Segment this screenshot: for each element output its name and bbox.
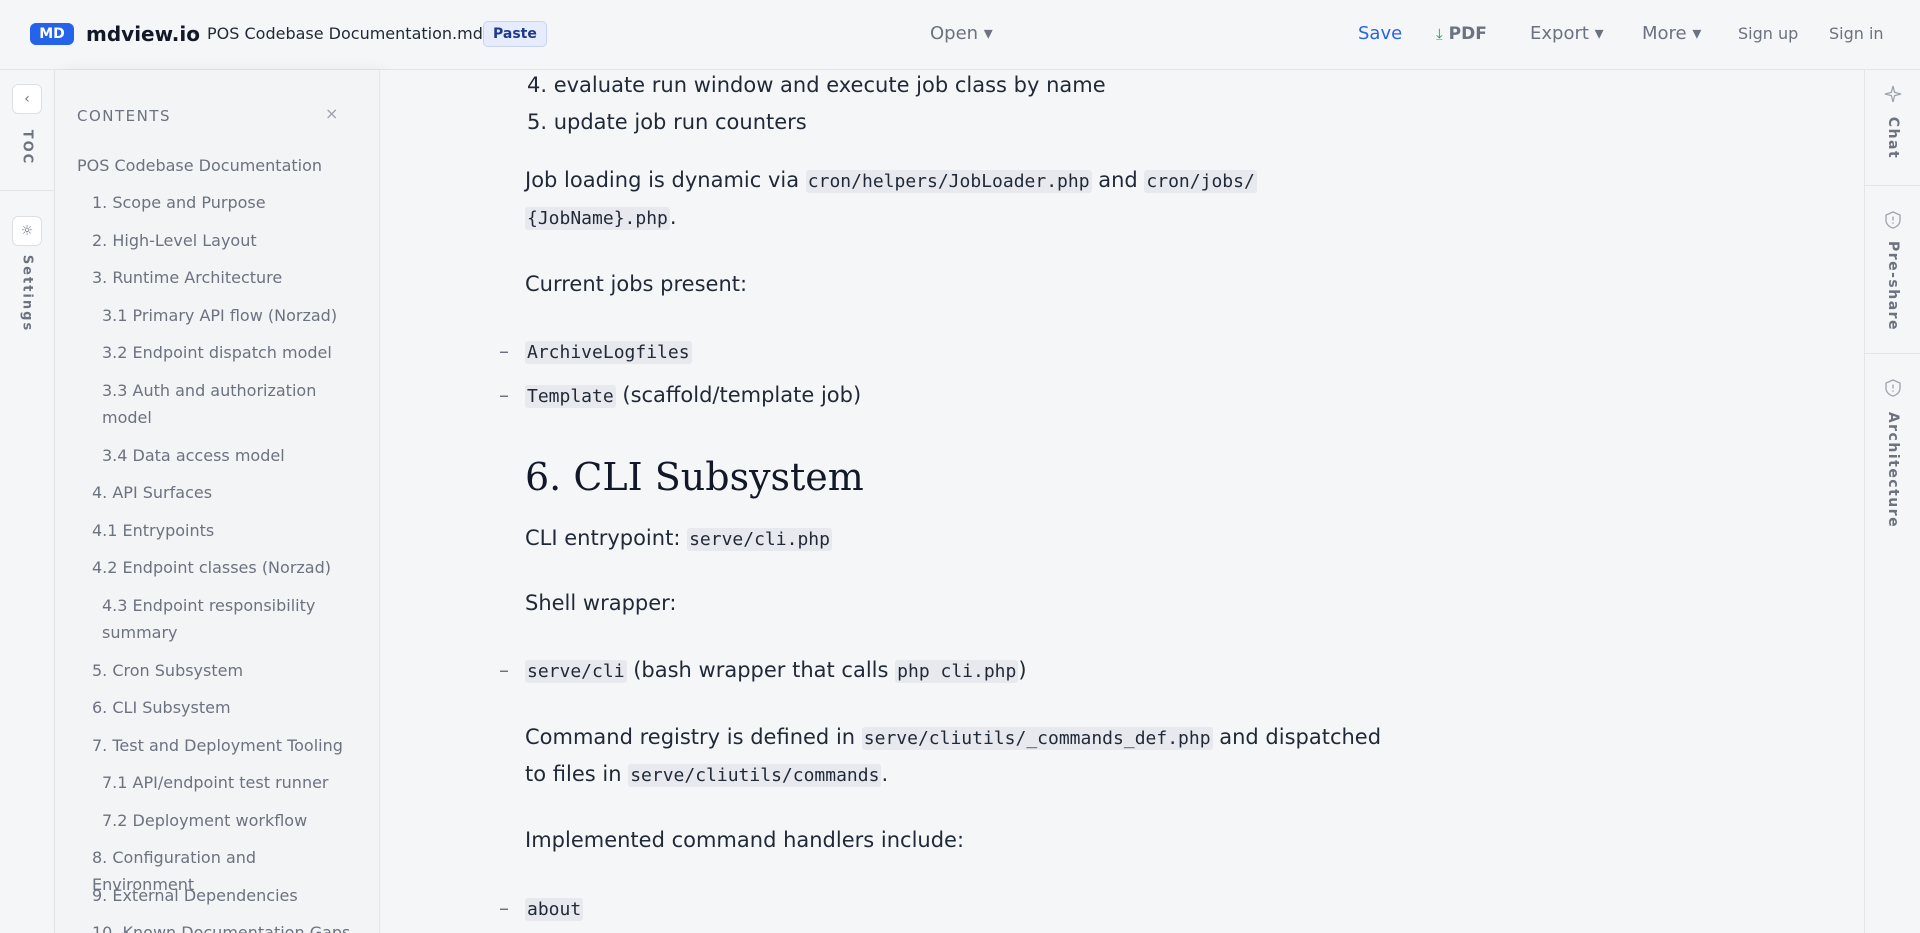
right-rail: Chat Pre-share Architecture: [1864, 70, 1920, 933]
toc-item[interactable]: 3.1 Primary API flow (Norzad): [102, 302, 362, 329]
inline-code: cron/jobs/: [1144, 170, 1257, 193]
paragraph-current-jobs: Current jobs present:: [525, 272, 748, 296]
inline-code: serve/cliutils/commands: [628, 764, 882, 787]
toc-item[interactable]: POS Codebase Documentation: [77, 152, 337, 179]
inline-code: php cli.php: [895, 660, 1019, 683]
inline-code: cron/helpers/JobLoader.php: [805, 170, 1092, 193]
bullet-dash: –: [499, 383, 509, 407]
save-button[interactable]: Save: [1358, 22, 1402, 46]
toc-item[interactable]: 4.3 Endpoint responsibility summary: [102, 592, 337, 646]
text: ): [1018, 658, 1027, 682]
inline-code: serve/cli.php: [687, 528, 832, 551]
bullet-dash: –: [499, 339, 509, 363]
inline-code: serve/cliutils/_commands_def.php: [861, 727, 1213, 750]
paragraph-cli-entry: CLI entrypoint: serve/cli.php: [525, 520, 1395, 558]
rail-divider: [1865, 353, 1920, 354]
text: Command registry is defined in: [525, 725, 862, 749]
sign-in-link[interactable]: Sign in: [1829, 23, 1884, 45]
rail-divider: [1865, 185, 1920, 186]
sparkle-icon[interactable]: [1883, 84, 1903, 104]
text: .: [881, 762, 889, 786]
toc-item[interactable]: 3.2 Endpoint dispatch model: [102, 339, 362, 366]
download-icon: ⤓: [1436, 25, 1443, 43]
chat-tab[interactable]: Chat: [1885, 117, 1901, 159]
text: Job loading is dynamic via: [525, 168, 806, 192]
sign-up-link[interactable]: Sign up: [1738, 23, 1798, 45]
logo-badge[interactable]: MD: [30, 23, 74, 45]
settings-rail-label[interactable]: Settings: [20, 255, 35, 332]
text: to files in: [525, 762, 629, 786]
settings-button[interactable]: ☼: [12, 216, 42, 246]
toc-item[interactable]: 9. External Dependencies: [92, 882, 352, 909]
title-separator: ·: [192, 26, 197, 42]
architecture-tab[interactable]: Architecture: [1885, 412, 1901, 528]
left-rail: ‹ TOC ☼ Settings: [0, 70, 55, 933]
bullet-dash: –: [499, 896, 509, 920]
close-icon[interactable]: ×: [325, 104, 338, 124]
pdf-label: PDF: [1448, 24, 1487, 44]
toc-item[interactable]: 3. Runtime Architecture: [92, 264, 352, 291]
chevron-left-icon: ‹: [24, 91, 30, 107]
section-heading: 6. CLI Subsystem: [525, 455, 864, 499]
bullet-dash: –: [499, 658, 509, 682]
export-menu[interactable]: Export ▾: [1530, 22, 1604, 46]
toc-rail-label[interactable]: TOC: [20, 130, 35, 165]
toc-item[interactable]: 3.4 Data access model: [102, 442, 362, 469]
open-menu[interactable]: Open ▾: [930, 22, 993, 46]
toc-heading: CONTENTS: [77, 107, 172, 125]
toc-item[interactable]: 4.2 Endpoint classes (Norzad): [92, 554, 352, 581]
rail-divider: [0, 190, 54, 191]
toc-item[interactable]: 4.1 Entrypoints: [92, 517, 352, 544]
inline-code: serve/cli: [525, 660, 627, 683]
text: .: [669, 205, 677, 229]
paragraph-registry: Command registry is defined in serve/cli…: [525, 719, 1395, 757]
toc-item[interactable]: 6. CLI Subsystem: [92, 694, 352, 721]
brand-name[interactable]: mdview.io: [86, 20, 200, 48]
toc-item[interactable]: 7.1 API/endpoint test runner: [102, 769, 362, 796]
bullet-item: – Template (scaffold/template job): [499, 377, 1395, 415]
pdf-button[interactable]: ⤓ PDF: [1436, 22, 1487, 46]
document-name: POS Codebase Documentation.md: [207, 24, 483, 43]
inline-code: Template: [525, 385, 616, 408]
toc-panel: CONTENTS × POS Codebase Documentation 1.…: [55, 70, 380, 933]
toc-item[interactable]: 1. Scope and Purpose: [92, 189, 352, 216]
bullet-item: – ArchiveLogfiles: [499, 333, 1395, 371]
shield-icon[interactable]: [1883, 378, 1903, 398]
paragraph-job-loading-cont: {JobName}.php.: [525, 199, 1395, 237]
text: and dispatched: [1212, 725, 1382, 749]
text: and: [1091, 168, 1145, 192]
toc-item[interactable]: 4. API Surfaces: [92, 479, 352, 506]
toc-item[interactable]: 10. Known Documentation Gaps: [92, 919, 352, 933]
inline-code: about: [525, 898, 584, 921]
shield-icon[interactable]: [1883, 210, 1903, 230]
paragraph-shell-wrapper: Shell wrapper:: [525, 591, 677, 615]
pre-share-tab[interactable]: Pre-share: [1885, 241, 1901, 331]
more-menu[interactable]: More ▾: [1642, 22, 1701, 46]
inline-code: {JobName}.php: [525, 207, 670, 230]
text: CLI entrypoint:: [525, 526, 688, 550]
toc-item[interactable]: 3.3 Auth and authorization model: [102, 377, 337, 431]
ordered-list-item: 5. update job run counters: [527, 110, 807, 134]
toc-item[interactable]: 7.2 Deployment workflow: [102, 807, 362, 834]
top-bar: MD mdview.io · POS Codebase Documentatio…: [0, 0, 1920, 70]
text: (bash wrapper that calls: [626, 658, 896, 682]
paragraph-registry-cont: to files in serve/cliutils/commands.: [525, 756, 1395, 794]
bullet-item: – about: [499, 890, 1395, 928]
text: (scaffold/template job): [615, 383, 862, 407]
document-view: 4. evaluate run window and execute job c…: [380, 70, 1864, 933]
toc-item[interactable]: 2. High-Level Layout: [92, 227, 352, 254]
toc-item[interactable]: 7. Test and Deployment Tooling: [92, 732, 352, 759]
paragraph-job-loading: Job loading is dynamic via cron/helpers/…: [525, 162, 1395, 200]
paragraph-handlers: Implemented command handlers include:: [525, 828, 965, 852]
inline-code: ArchiveLogfiles: [525, 341, 692, 364]
paste-badge: Paste: [483, 21, 547, 47]
bullet-item: – serve/cli (bash wrapper that calls php …: [499, 652, 1395, 690]
gear-icon: ☼: [20, 223, 34, 239]
toc-item[interactable]: 5. Cron Subsystem: [92, 657, 352, 684]
ordered-list-item: 4. evaluate run window and execute job c…: [527, 73, 1106, 97]
collapse-toc-button[interactable]: ‹: [12, 84, 42, 114]
